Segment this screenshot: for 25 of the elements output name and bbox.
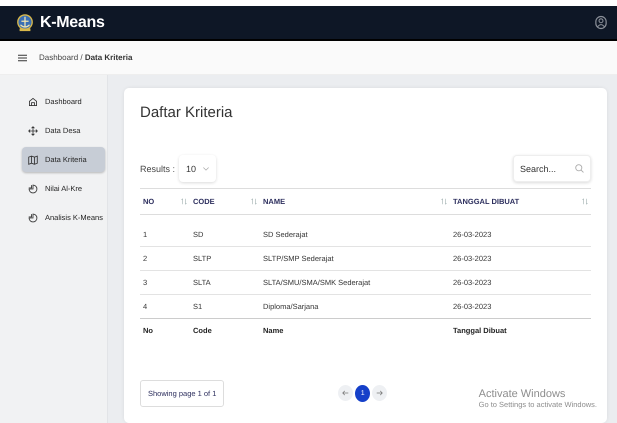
- emblem-icon: [16, 12, 34, 32]
- map-icon: [28, 154, 38, 164]
- sort-arrows-icon[interactable]: [251, 198, 257, 205]
- breadcrumb: Dashboard / Data Kriteria: [39, 53, 132, 62]
- previous-page-button[interactable]: [338, 385, 354, 401]
- sort-arrows-icon[interactable]: [181, 198, 187, 205]
- home-icon: [28, 96, 38, 106]
- app-title: K-Means: [40, 14, 105, 32]
- results-label: Results :: [140, 164, 176, 174]
- search-icon: [575, 164, 584, 173]
- page-title: Daftar Kriteria: [140, 104, 234, 121]
- pie-chart-icon: [28, 212, 38, 222]
- pie-chart-icon: [28, 184, 38, 194]
- move-arrows-icon: [28, 126, 38, 136]
- sort-arrows-icon[interactable]: [582, 198, 588, 205]
- left-arrow-icon: [342, 390, 350, 396]
- user-avatar-icon[interactable]: [595, 15, 607, 30]
- menu-icon[interactable]: [18, 54, 27, 62]
- right-arrow-icon: [376, 390, 384, 396]
- next-page-button[interactable]: [372, 385, 388, 401]
- search-field[interactable]: Search...: [513, 155, 591, 182]
- caret-icon: [203, 166, 210, 170]
- activation-notice-title: Activate Windows: [478, 388, 566, 400]
- page-size-select[interactable]: 10: [179, 155, 216, 182]
- sort-arrows-icon[interactable]: [441, 198, 447, 205]
